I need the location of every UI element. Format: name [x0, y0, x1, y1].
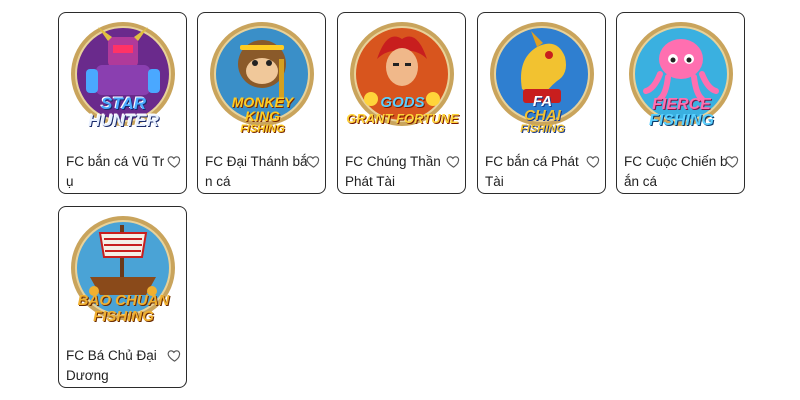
- game-card[interactable]: FA CHAI FISHING FC bắn cá Phát Tài: [477, 12, 606, 194]
- game-logo-line: STAR: [100, 94, 146, 113]
- favorite-button[interactable]: [725, 154, 740, 169]
- favorite-button[interactable]: [446, 154, 461, 169]
- game-logo: FA CHAI FISHING: [482, 94, 603, 135]
- game-logo: STAR HUNTER: [63, 95, 184, 129]
- game-logo-line: FISHING: [93, 308, 154, 325]
- game-logo: BAO CHUAN FISHING: [63, 293, 184, 325]
- game-card[interactable]: GODS GRANT FORTUNE FC Chúng Thần Phát Tà…: [337, 12, 466, 194]
- game-card[interactable]: STAR HUNTER FC bắn cá Vũ Trụ: [58, 12, 187, 194]
- game-logo-line: CHAI: [524, 107, 561, 124]
- favorite-button[interactable]: [306, 154, 321, 169]
- heart-outline-icon: [586, 156, 600, 168]
- game-logo-line: GODS: [380, 94, 425, 111]
- game-logo-line: BAO CHUAN: [77, 292, 170, 309]
- heart-outline-icon: [725, 156, 739, 168]
- game-logo-line: MONKEY: [231, 94, 294, 110]
- game-grid: STAR HUNTER FC bắn cá Vũ Trụ MONKEY KING…: [0, 0, 800, 400]
- game-title[interactable]: FC Bá Chủ Đại Dương: [66, 346, 170, 386]
- heart-outline-icon: [167, 156, 181, 168]
- game-title[interactable]: FC bắn cá Phát Tài: [485, 152, 589, 192]
- game-title[interactable]: FC Đại Thánh bắn cá: [205, 152, 309, 192]
- heart-outline-icon: [167, 350, 181, 362]
- game-logo-line: FISHING: [520, 123, 565, 135]
- game-logo-line: FISHING: [649, 112, 714, 129]
- game-card[interactable]: MONKEY KING FISHING FC Đại Thánh bắn cá: [197, 12, 326, 194]
- game-logo-line: FISHING: [240, 123, 285, 135]
- game-logo-line: HUNTER: [88, 111, 159, 130]
- game-logo: MONKEY KING FISHING: [202, 95, 323, 135]
- game-logo-line: KING: [245, 108, 280, 124]
- game-card[interactable]: BAO CHUAN FISHING FC Bá Chủ Đại Dương: [58, 206, 187, 388]
- game-title[interactable]: FC Chúng Thần Phát Tài: [345, 152, 449, 192]
- heart-outline-icon: [446, 156, 460, 168]
- favorite-button[interactable]: [167, 154, 182, 169]
- game-title[interactable]: FC bắn cá Vũ Trụ: [66, 152, 170, 192]
- favorite-button[interactable]: [167, 348, 182, 363]
- game-title[interactable]: FC Cuộc Chiến bắn cá: [624, 152, 728, 192]
- heart-outline-icon: [306, 156, 320, 168]
- game-logo: FIERCE FISHING: [621, 97, 742, 129]
- favorite-button[interactable]: [586, 154, 601, 169]
- game-logo-line: FIERCE: [652, 96, 711, 113]
- game-card[interactable]: FIERCE FISHING FC Cuộc Chiến bắn cá: [616, 12, 745, 194]
- game-logo: GODS GRANT FORTUNE: [342, 95, 463, 127]
- game-logo-line: GRANT FORTUNE: [346, 111, 459, 126]
